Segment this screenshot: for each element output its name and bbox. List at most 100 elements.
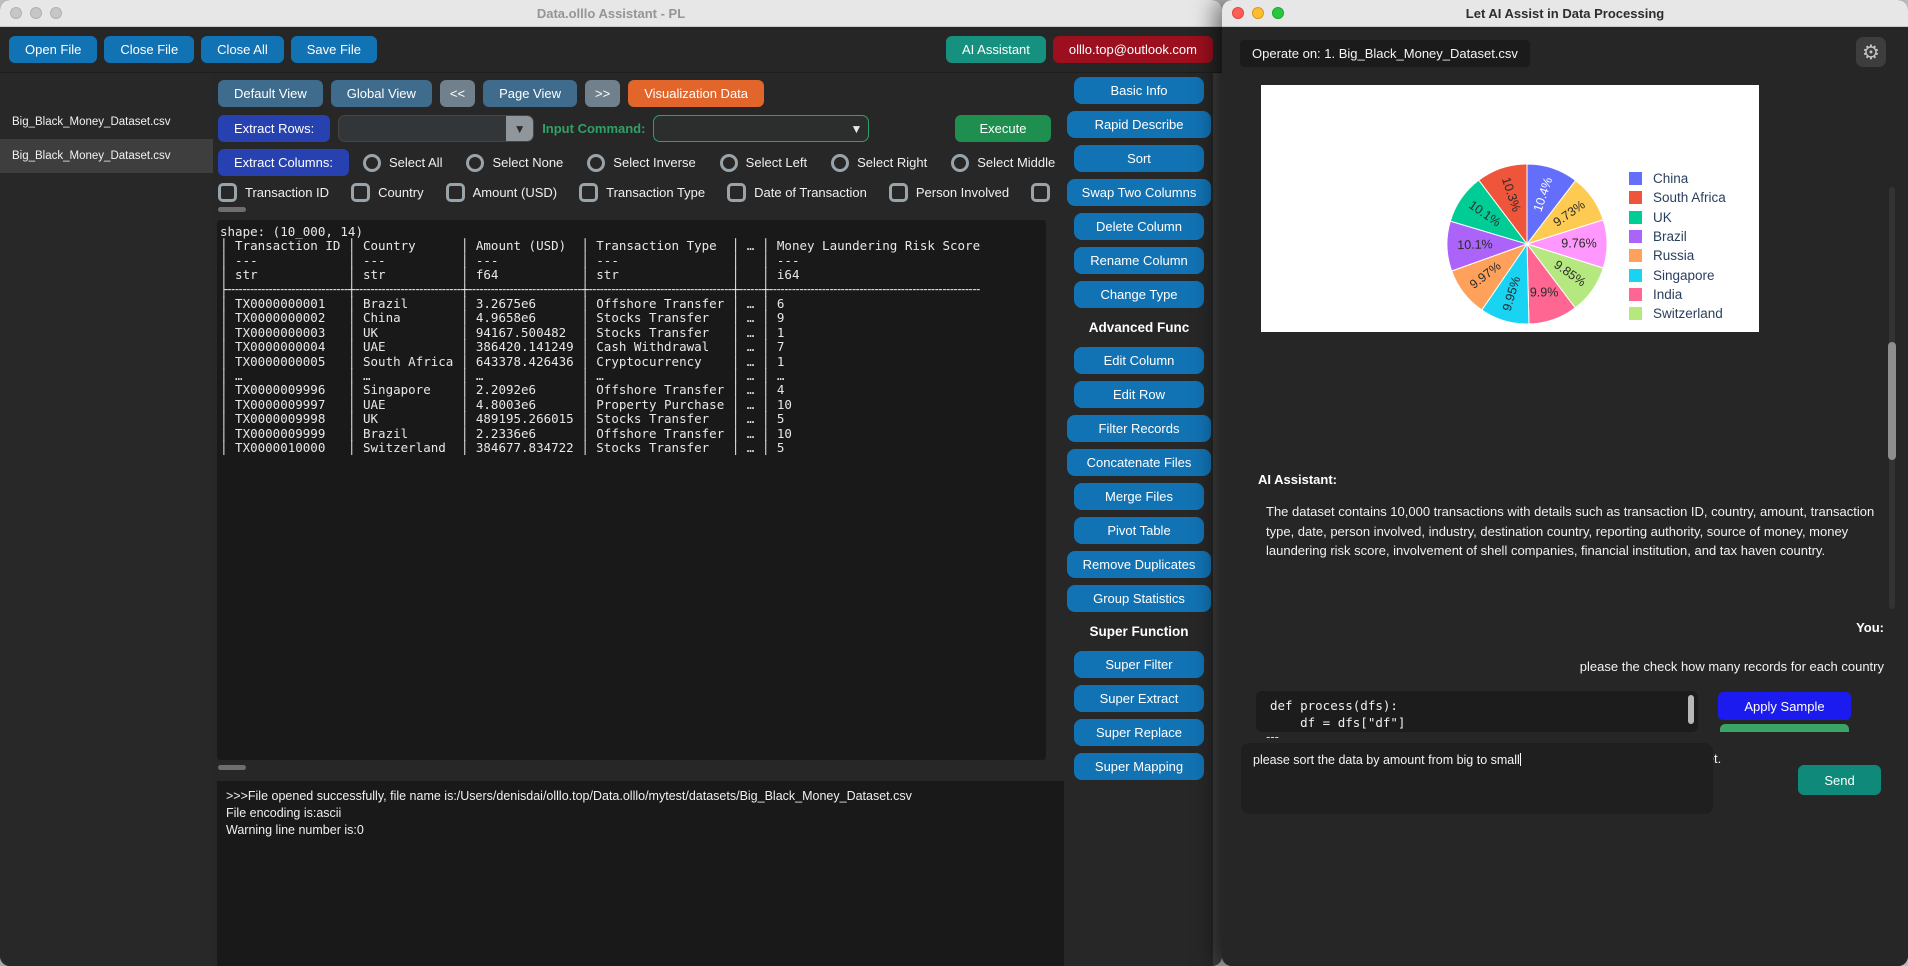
- close-file-button[interactable]: Close File: [104, 36, 194, 63]
- global-view-button[interactable]: Global View: [331, 80, 432, 107]
- column-select-radio[interactable]: Select None: [466, 154, 563, 172]
- minimize-button[interactable]: [1252, 7, 1264, 19]
- column-select-radio[interactable]: Select All: [363, 154, 442, 172]
- checkbox-icon[interactable]: [579, 183, 598, 202]
- minimize-button[interactable]: [30, 7, 42, 19]
- file-list-item[interactable]: Big_Black_Money_Dataset.csv: [0, 105, 213, 139]
- column-checkbox[interactable]: [1031, 183, 1058, 202]
- legend-label: Brazil: [1653, 229, 1687, 244]
- open-file-button[interactable]: Open File: [9, 36, 97, 63]
- func-button-swap-two-columns[interactable]: Swap Two Columns: [1067, 179, 1211, 206]
- column-checkbox[interactable]: Transaction Type: [579, 183, 705, 202]
- save-file-button[interactable]: Save File: [291, 36, 377, 63]
- checkbox-icon[interactable]: [351, 183, 370, 202]
- account-button[interactable]: olllo.top@outlook.com: [1053, 36, 1213, 63]
- column-checkbox[interactable]: Amount (USD): [446, 183, 558, 202]
- func-button-concatenate-files[interactable]: Concatenate Files: [1067, 449, 1211, 476]
- close-button[interactable]: [10, 7, 22, 19]
- radio-label: Select All: [389, 155, 442, 170]
- func-button-sort[interactable]: Sort: [1074, 145, 1204, 172]
- func-button-super-filter[interactable]: Super Filter: [1074, 651, 1204, 678]
- chevron-down-icon[interactable]: ▼: [506, 115, 533, 142]
- func-button-super-extract[interactable]: Super Extract: [1074, 685, 1204, 712]
- column-select-radio[interactable]: Select Right: [831, 154, 927, 172]
- h-scrollbar-thumb[interactable]: [218, 765, 246, 770]
- ai-assistant-button[interactable]: AI Assistant: [946, 36, 1046, 63]
- func-button-edit-column[interactable]: Edit Column: [1074, 347, 1204, 374]
- operate-on-label: Operate on: 1. Big_Black_Money_Dataset.c…: [1240, 40, 1530, 67]
- legend-swatch: [1629, 230, 1642, 243]
- page-view-button[interactable]: Page View: [483, 80, 577, 107]
- chat-input[interactable]: please sort the data by amount from big …: [1241, 743, 1713, 814]
- column-select-radio[interactable]: Select Inverse: [587, 154, 695, 172]
- radio-icon[interactable]: [363, 154, 381, 172]
- func-button-basic-info[interactable]: Basic Info: [1074, 77, 1204, 104]
- radio-icon[interactable]: [951, 154, 969, 172]
- next-page-button[interactable]: >>: [585, 80, 620, 107]
- func-button-edit-row[interactable]: Edit Row: [1074, 381, 1204, 408]
- apply-button-partial[interactable]: [1720, 724, 1849, 732]
- radio-icon[interactable]: [831, 154, 849, 172]
- column-checkbox[interactable]: Country: [351, 183, 424, 202]
- visualization-data-button[interactable]: Visualization Data: [628, 80, 764, 107]
- right-titlebar: Let AI Assist in Data Processing: [1222, 0, 1908, 27]
- checkbox-icon[interactable]: [1031, 183, 1050, 202]
- func-button-remove-duplicates[interactable]: Remove Duplicates: [1067, 551, 1211, 578]
- main-window: Data.olllo Assistant - PL Open File Clos…: [0, 0, 1222, 966]
- prev-page-button[interactable]: <<: [440, 80, 475, 107]
- extract-rows-combobox[interactable]: ▼: [338, 115, 534, 142]
- close-all-button[interactable]: Close All: [201, 36, 284, 63]
- func-button-rename-column[interactable]: Rename Column: [1074, 247, 1204, 274]
- func-button-rapid-describe[interactable]: Rapid Describe: [1067, 111, 1211, 138]
- radio-icon[interactable]: [720, 154, 738, 172]
- pie-slice-label: 10.1%: [1457, 237, 1493, 252]
- column-checkbox[interactable]: Date of Transaction: [727, 183, 867, 202]
- column-checkbox[interactable]: Transaction ID: [218, 183, 329, 202]
- code-scrollbar-thumb[interactable]: [1688, 695, 1694, 724]
- func-button-pivot-table[interactable]: Pivot Table: [1074, 517, 1204, 544]
- func-button-super-mapping[interactable]: Super Mapping: [1074, 753, 1204, 780]
- column-checkbox[interactable]: Person Involved: [889, 183, 1009, 202]
- func-button-change-type[interactable]: Change Type: [1074, 281, 1204, 308]
- extract-columns-bar: Extract Columns: Select All Select None Se…: [213, 149, 1065, 176]
- close-button[interactable]: [1232, 7, 1244, 19]
- extract-rows-button[interactable]: Extract Rows:: [218, 115, 330, 142]
- execute-button[interactable]: Execute: [955, 115, 1051, 142]
- sidebar-section-label: Advanced Func: [1089, 320, 1190, 335]
- func-button-group-statistics[interactable]: Group Statistics: [1067, 585, 1211, 612]
- func-button-filter-records[interactable]: Filter Records: [1067, 415, 1211, 442]
- func-button-merge-files[interactable]: Merge Files: [1074, 483, 1204, 510]
- chat-scrollbar-thumb[interactable]: [1888, 342, 1896, 460]
- default-view-button[interactable]: Default View: [218, 80, 323, 107]
- checkbox-icon[interactable]: [889, 183, 908, 202]
- checkbox-label: Transaction Type: [606, 185, 705, 200]
- extract-columns-button[interactable]: Extract Columns:: [218, 149, 349, 176]
- zoom-button[interactable]: [50, 7, 62, 19]
- checkbox-icon[interactable]: [446, 183, 465, 202]
- radio-icon[interactable]: [587, 154, 605, 172]
- checkbox-icon[interactable]: [218, 183, 237, 202]
- checkbox-icon[interactable]: [727, 183, 746, 202]
- legend-label: India: [1653, 287, 1682, 302]
- text-cursor: [1520, 753, 1521, 766]
- column-checkbox-bar: Transaction ID Country Amount (USD) Transac…: [213, 183, 1065, 202]
- chevron-down-icon[interactable]: ▼: [844, 122, 868, 136]
- apply-sample-button[interactable]: Apply Sample: [1718, 692, 1851, 720]
- checkbox-label: Country: [378, 185, 424, 200]
- gear-icon[interactable]: ⚙: [1856, 37, 1886, 67]
- func-button-super-replace[interactable]: Super Replace: [1074, 719, 1204, 746]
- column-select-radio[interactable]: Select Left: [720, 154, 807, 172]
- checkbox-label: Amount (USD): [473, 185, 558, 200]
- zoom-button[interactable]: [1272, 7, 1284, 19]
- radio-icon[interactable]: [466, 154, 484, 172]
- sidebar-scrollbar-track[interactable]: [1213, 73, 1222, 966]
- file-list-item[interactable]: Big_Black_Money_Dataset.csv: [0, 139, 213, 173]
- h-scrollbar-thumb[interactable]: [218, 207, 246, 212]
- input-command-combobox[interactable]: ▼: [653, 115, 869, 142]
- legend-swatch: [1629, 288, 1642, 301]
- code-preview: def process(dfs): df = dfs["df"]: [1256, 691, 1698, 732]
- column-select-radio[interactable]: Select Middle: [951, 154, 1055, 172]
- send-button[interactable]: Send: [1798, 765, 1881, 795]
- left-window-body: Big_Black_Money_Dataset.csvBig_Black_Mon…: [0, 73, 1222, 966]
- func-button-delete-column[interactable]: Delete Column: [1074, 213, 1204, 240]
